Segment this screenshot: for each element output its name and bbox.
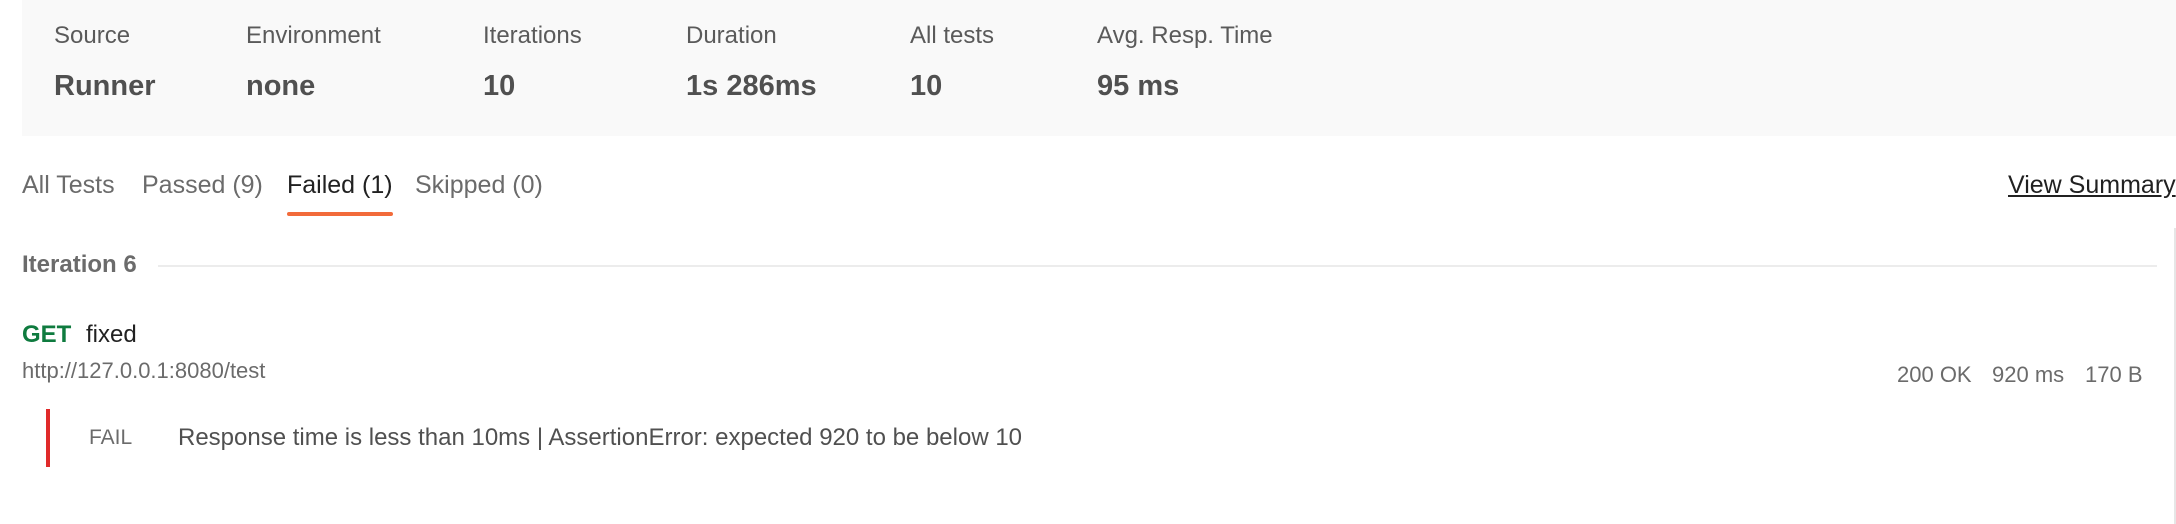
response-size: 170 B [2085, 362, 2143, 387]
stat-duration-value: 1s 286ms [686, 70, 817, 102]
response-time: 920 ms [1992, 362, 2065, 387]
request-name[interactable]: fixed [86, 318, 137, 352]
stat-all-tests: All tests 10 [910, 20, 994, 106]
fail-badge: FAIL [89, 426, 133, 449]
response-status: 200 OK [1897, 362, 1972, 387]
stat-source: Source Runner [54, 20, 156, 106]
stat-environment-label: Environment [246, 22, 381, 49]
stat-avg-resp-time-value: 95 ms [1097, 70, 1180, 102]
view-summary-link[interactable]: View Summary [2008, 165, 2176, 205]
request-url: http://127.0.0.1:8080/test [22, 358, 266, 383]
test-result-row: FAIL Response time is less than 10ms | A… [46, 409, 1246, 467]
tab-skipped[interactable]: Skipped (0) [415, 165, 543, 205]
run-summary-panel: Source Runner Environment none Iteration… [22, 0, 2176, 136]
iteration-title: Iteration 6 [22, 251, 137, 278]
request-method: GET [22, 321, 72, 348]
stat-all-tests-label: All tests [910, 22, 995, 49]
stat-environment-value: none [246, 70, 316, 102]
stat-source-label: Source [54, 22, 131, 49]
stat-iterations: Iterations 10 [483, 20, 582, 106]
stat-iterations-label: Iterations [483, 22, 582, 49]
stat-avg-resp-time: Avg. Resp. Time 95 ms [1097, 20, 1273, 106]
tab-all-tests[interactable]: All Tests [22, 165, 115, 205]
stat-all-tests-value: 10 [910, 70, 943, 102]
stat-avg-resp-time-label: Avg. Resp. Time [1097, 22, 1273, 49]
stat-environment: Environment none [246, 20, 381, 106]
stat-source-value: Runner [54, 70, 156, 102]
fail-message: Response time is less than 10ms | Assert… [178, 424, 1023, 451]
stat-duration-label: Duration [686, 22, 777, 49]
stat-duration: Duration 1s 286ms [686, 20, 817, 106]
tab-passed[interactable]: Passed (9) [142, 165, 263, 205]
iteration-divider [158, 265, 2157, 267]
tab-failed[interactable]: Failed (1) [287, 165, 393, 216]
fail-indicator-bar [46, 409, 50, 467]
stat-iterations-value: 10 [483, 70, 516, 102]
